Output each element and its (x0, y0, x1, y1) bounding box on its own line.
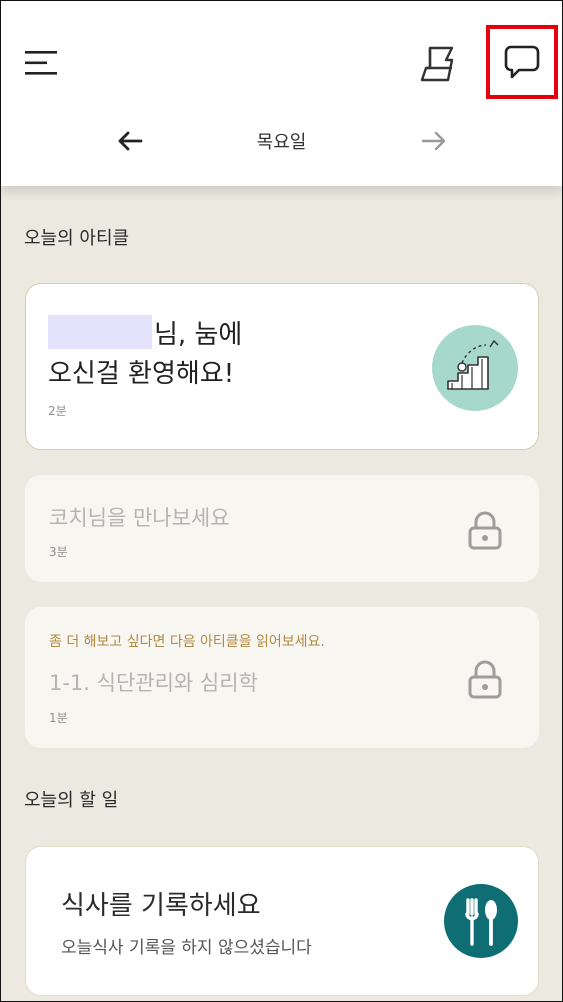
article-card-locked-next[interactable]: 좀 더 해보고 싶다면 다음 아티클을 읽어보세요. 1-1. 식단관리와 심리… (25, 607, 539, 748)
todo-subtitle: 오늘식사 기록을 하지 않으셨습니다 (61, 938, 312, 958)
day-navigator: 목요일 (0, 118, 563, 164)
next-day-button[interactable] (412, 118, 456, 164)
todos-section-title: 오늘의 할 일 (24, 790, 119, 811)
chat-button[interactable] (486, 25, 558, 99)
lock-icon (468, 660, 502, 699)
locked-article-title: 코치님을 만나보세요 (49, 506, 230, 530)
article-card-welcome[interactable]: 님, 눔에 오신걸 환영해요! 2분 (25, 283, 539, 450)
user-name-redacted (48, 315, 152, 349)
goal-flag-button[interactable] (414, 40, 462, 86)
lock-icon (468, 511, 502, 550)
article-thumbnail (432, 325, 518, 411)
menu-button[interactable] (18, 40, 64, 86)
stairs-illustration-icon (447, 339, 499, 390)
app-header: 목요일 (0, 0, 563, 186)
article-title-line1: 님, 눔에 (154, 320, 243, 350)
articles-section-title: 오늘의 아티클 (24, 228, 130, 249)
hamburger-menu-icon (25, 51, 57, 75)
arrow-left-icon (118, 131, 143, 151)
article-duration: 2분 (48, 404, 67, 418)
arrow-right-icon (421, 131, 446, 151)
current-day-label: 목요일 (256, 132, 307, 153)
locked-article-duration: 1분 (49, 711, 68, 725)
locked-article-duration: 3분 (49, 545, 68, 559)
next-article-hint: 좀 더 해보고 싶다면 다음 아티클을 읽어보세요. (49, 634, 325, 650)
article-title-line2: 오신걸 환영해요! (48, 359, 235, 389)
fork-spoon-icon (465, 898, 497, 946)
previous-day-button[interactable] (108, 118, 152, 164)
meal-icon-badge (444, 884, 518, 958)
todo-card-meal-log[interactable]: 식사를 기록하세요 오늘식사 기록을 하지 않으셨습니다 (25, 846, 539, 996)
flag-icon (420, 46, 454, 82)
locked-article-title: 1-1. 식단관리와 심리학 (49, 671, 258, 695)
article-card-locked-coach[interactable]: 코치님을 만나보세요 3분 (25, 475, 539, 582)
chat-bubble-icon (504, 45, 540, 79)
todo-title: 식사를 기록하세요 (61, 891, 261, 921)
